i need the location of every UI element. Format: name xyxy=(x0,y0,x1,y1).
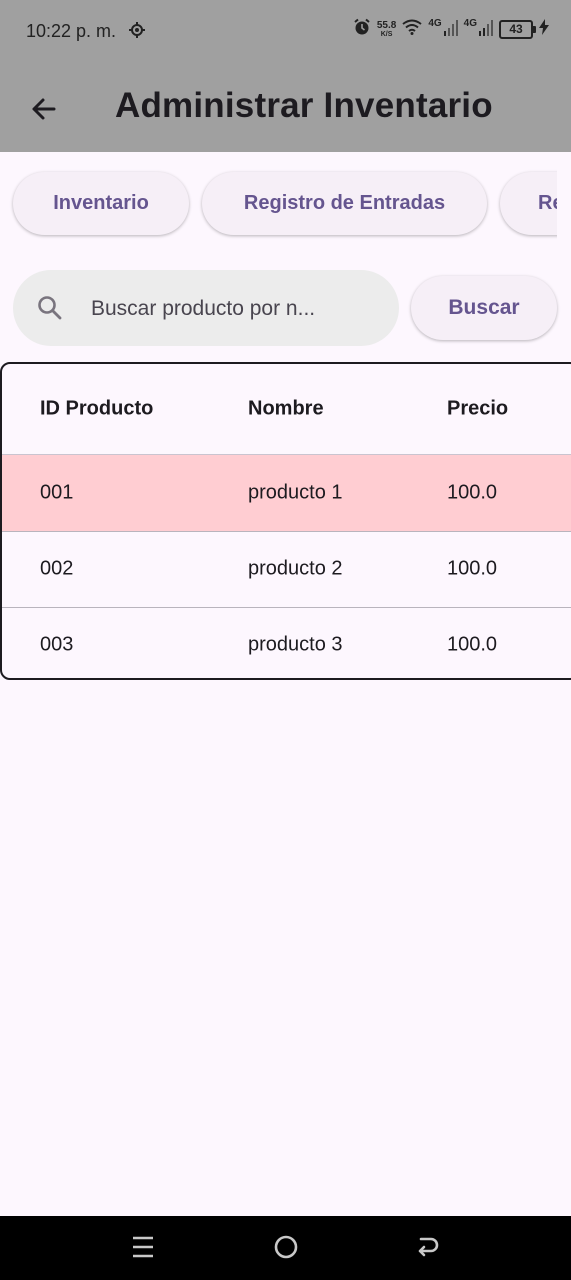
cell-name: producto 3 xyxy=(248,633,343,656)
settings-gear-icon xyxy=(129,22,145,43)
chip-partial[interactable]: Re xyxy=(500,172,557,235)
arrow-back-icon xyxy=(32,98,56,120)
search-bar[interactable] xyxy=(13,270,399,346)
back-icon xyxy=(418,1237,439,1257)
search-input[interactable] xyxy=(89,290,383,328)
search-icon xyxy=(37,295,63,326)
home-circle-icon xyxy=(274,1235,298,1259)
cell-signal-icon xyxy=(443,18,458,41)
charging-bolt-icon xyxy=(539,19,549,40)
page-title: Administrar Inventario xyxy=(115,86,493,125)
cell-signal-icon-2 xyxy=(479,18,493,41)
signal-type-1: 4G xyxy=(428,18,442,29)
status-time: 10:22 p. m. xyxy=(26,21,117,41)
system-nav-bar xyxy=(0,1216,571,1280)
menu-icon xyxy=(133,1236,153,1258)
header-price: Precio xyxy=(447,397,509,420)
status-indicators: 55.8 K/S 4G 4G 43 xyxy=(353,18,549,41)
inventory-table: ID Producto Nombre Precio 001 producto 1… xyxy=(0,362,571,680)
network-speed-value: 55.8 xyxy=(376,19,397,31)
table-header: ID Producto Nombre Precio xyxy=(2,364,571,455)
network-speed: 55.8 K/S xyxy=(376,19,397,39)
chip-registro-entradas[interactable]: Registro de Entradas xyxy=(202,172,487,235)
table-row[interactable]: 002 producto 2 100.0 xyxy=(2,531,571,608)
cell-name: producto 2 xyxy=(248,557,343,580)
cell-id: 002 xyxy=(40,557,74,580)
back-button[interactable] xyxy=(26,91,62,127)
cell-name: producto 1 xyxy=(248,481,343,504)
nav-back-button[interactable] xyxy=(415,1234,441,1265)
alarm-icon xyxy=(353,18,371,41)
cell-id: 001 xyxy=(40,481,74,504)
cell-price: 100.0 xyxy=(447,633,498,656)
cell-price: 100.0 xyxy=(447,481,498,504)
signal-type-2: 4G xyxy=(463,18,477,29)
recents-button[interactable] xyxy=(131,1234,155,1265)
cell-price: 100.0 xyxy=(447,557,498,580)
chip-inventario[interactable]: Inventario xyxy=(13,172,189,235)
status-bar: 10:22 p. m. 55.8 K/S 4G 4G 43 xyxy=(0,0,571,64)
header-name: Nombre xyxy=(248,397,324,420)
search-button[interactable]: Buscar xyxy=(411,276,557,340)
table-row[interactable]: 001 producto 1 100.0 xyxy=(2,455,571,532)
section-chips: Inventario Registro de Entradas Re xyxy=(0,152,557,252)
header-id: ID Producto xyxy=(40,397,154,420)
home-button[interactable] xyxy=(273,1234,299,1265)
network-speed-unit: K/S xyxy=(380,30,393,38)
app-bar: Administrar Inventario xyxy=(0,64,571,152)
wifi-icon xyxy=(402,19,422,40)
battery-icon: 43 xyxy=(499,20,536,39)
table-row[interactable]: 003 producto 3 100.0 xyxy=(2,607,571,678)
cell-id: 003 xyxy=(40,633,74,656)
